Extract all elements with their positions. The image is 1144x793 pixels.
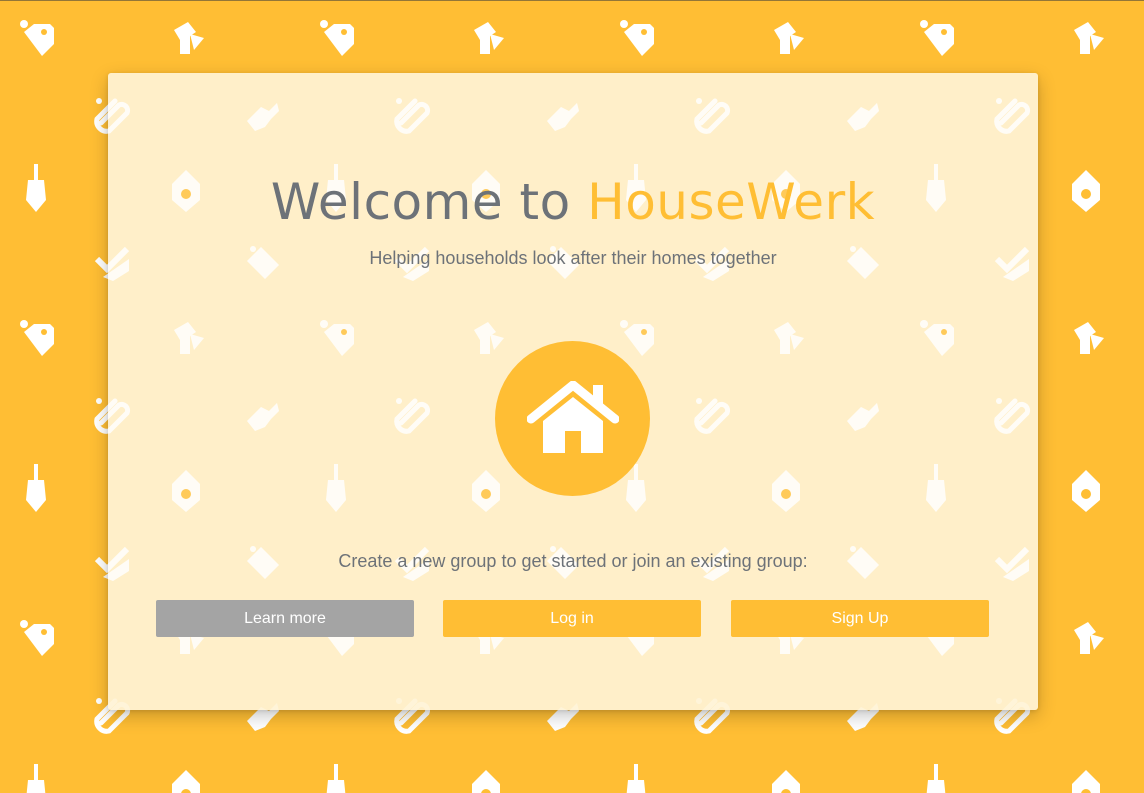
house-icon bbox=[527, 381, 619, 453]
brand-name: HouseWerk bbox=[587, 173, 876, 231]
group-prompt: Create a new group to get started or joi… bbox=[338, 551, 808, 571]
title-prefix: Welcome to bbox=[270, 173, 588, 231]
log-in-button[interactable]: Log in bbox=[443, 600, 701, 637]
card-content: Welcome to HouseWerk Helping households … bbox=[108, 73, 1038, 710]
learn-more-button[interactable]: Learn more bbox=[156, 600, 414, 637]
tagline: Helping households look after their home… bbox=[369, 248, 777, 268]
sign-up-button[interactable]: Sign Up bbox=[731, 600, 989, 637]
page-title: Welcome to HouseWerk bbox=[108, 165, 1038, 239]
welcome-card: Welcome to HouseWerk Helping households … bbox=[108, 73, 1038, 710]
logo-badge bbox=[495, 341, 650, 496]
